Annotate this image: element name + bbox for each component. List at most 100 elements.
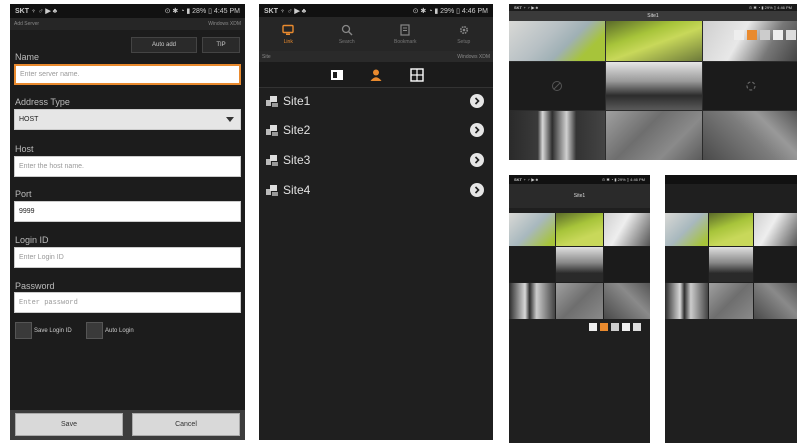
camera-tile[interactable] (754, 283, 797, 319)
chevron-right-icon[interactable] (470, 94, 484, 108)
camera-grid-portrait: SKT ♆ ♂ ▶ ♣ ⊙ ✱ ◔ ▮ 29% ▯ 4:46 PM Site1 (509, 175, 650, 443)
grid-header: Site1 (509, 11, 797, 21)
site-name: Site3 (283, 153, 311, 167)
site-name: Site4 (283, 183, 311, 197)
camera-tile[interactable] (509, 283, 555, 319)
layout-4x4-icon[interactable] (611, 323, 619, 331)
list-item[interactable]: Site1 (259, 86, 493, 116)
camera-tile[interactable] (509, 62, 605, 110)
address-type-select[interactable]: HOST (14, 109, 241, 130)
list-item[interactable]: Site4 (259, 175, 493, 205)
chevron-right-icon[interactable] (470, 153, 484, 167)
camera-tile[interactable] (556, 213, 603, 246)
camera-tile[interactable] (709, 283, 753, 319)
grid-header: Site1 (509, 184, 650, 208)
title-bar: Add Server Windows XDM (10, 18, 245, 30)
save-login-label: Save Login ID (34, 328, 72, 334)
camera-tile[interactable] (606, 21, 702, 61)
site-list-screen: SKT ♆ ♂ ▶ ♣ ⊙ ✱ ◔ ▮ 29% ▯ 4:46 PM Link S… (259, 4, 493, 440)
status-bar: SKT ♆ ♂ ▶ ♣ ⊙ ✱ ◔ ▮ 29% ▯ 4:46 PM (509, 4, 797, 11)
camera-tile[interactable] (556, 283, 603, 319)
site-icon (266, 125, 278, 136)
grid-title: Site1 (573, 193, 586, 199)
camera-tile[interactable] (509, 247, 555, 282)
camera-grid-landscape: SKT ♆ ♂ ▶ ♣ ⊙ ✱ ◔ ▮ 29% ▯ 4:46 PM Site1 (509, 4, 797, 160)
grid-view-icon[interactable] (410, 68, 424, 82)
host-input[interactable]: Enter the host name. (14, 156, 241, 177)
camera-tile[interactable] (509, 111, 605, 160)
camera-tile[interactable] (509, 21, 605, 61)
camera-tile[interactable] (665, 283, 708, 319)
camera-tile[interactable] (754, 213, 797, 246)
status-left: SKT ♆ ♂ ▶ ♣ (514, 177, 539, 182)
camera-tile[interactable] (703, 111, 797, 160)
camera-tile[interactable] (665, 213, 708, 246)
camera-tile[interactable] (604, 213, 650, 246)
status-bar: SKT ♆ ♂ ▶ ♣ ⊙ ✱ ◔ ▮ 28% ▯ 4:45 PM (10, 4, 245, 18)
tab-label: Bookmark (393, 38, 417, 45)
camera-tile[interactable] (556, 247, 603, 282)
camera-tile[interactable] (709, 213, 753, 246)
sequence-icon[interactable] (622, 323, 630, 331)
chevron-right-icon[interactable] (470, 123, 484, 137)
site-name: Site1 (283, 94, 311, 108)
save-login-checkbox[interactable] (15, 322, 32, 339)
auto-add-button[interactable]: Auto add (131, 37, 197, 53)
view-toolbar (259, 62, 493, 88)
port-label: Port (15, 189, 32, 199)
password-input[interactable]: Enter password (14, 292, 241, 313)
camera-tile[interactable] (509, 213, 555, 246)
status-right: ⊙ ✱ ◔ ▮ 28% ▯ 4:45 PM (164, 8, 240, 15)
camera-tile[interactable] (703, 62, 797, 110)
status-bar: SKT ♆ ♂ ▶ ♣ ⊙ ✱ ◔ ▮ 29% ▯ 4:46 PM (259, 4, 493, 17)
login-id-label: Login ID (15, 235, 49, 245)
sub-header-right: Windows XDM (457, 53, 490, 60)
camera-tile[interactable] (606, 111, 702, 160)
port-input[interactable]: 9999 (14, 201, 241, 222)
sequence-icon[interactable] (773, 30, 783, 40)
camera-tile[interactable] (604, 283, 650, 319)
tab-setup[interactable]: Setup (435, 17, 494, 51)
list-item[interactable]: Site3 (259, 145, 493, 175)
no-signal-icon (552, 81, 562, 91)
camera-tile[interactable] (665, 247, 708, 282)
monitor-icon (282, 24, 294, 35)
host-label: Host (15, 144, 34, 154)
camera-tile[interactable] (606, 62, 702, 110)
add-server-screen: SKT ♆ ♂ ▶ ♣ ⊙ ✱ ◔ ▮ 28% ▯ 4:45 PM Add Se… (10, 4, 245, 440)
camera-tile[interactable] (604, 247, 650, 282)
tab-link[interactable]: Link (259, 17, 318, 51)
status-left: SKT ♆ ♂ ▶ ♣ (15, 8, 58, 15)
save-button[interactable]: Save (15, 413, 123, 436)
cancel-button[interactable]: Cancel (132, 413, 240, 436)
layout-2x2-icon[interactable] (589, 323, 597, 331)
site-icon (266, 96, 278, 107)
folder-view-icon[interactable] (330, 68, 344, 82)
camera-grid-portrait-plain (665, 175, 797, 443)
layout-3x3-icon[interactable] (600, 323, 608, 331)
bookmark-icon (400, 23, 410, 36)
layout-4x4-icon[interactable] (760, 30, 770, 40)
grid-title: Site1 (647, 13, 659, 19)
camera-tile[interactable] (709, 247, 753, 282)
gear-icon (459, 25, 468, 34)
list-item[interactable]: Site2 (259, 115, 493, 145)
auto-login-checkbox[interactable] (86, 322, 103, 339)
tip-button[interactable]: TIP (202, 37, 240, 53)
layout-3x3-icon[interactable] (747, 30, 757, 40)
tab-bookmark[interactable]: Bookmark (376, 17, 435, 51)
status-right: ⊙ ✱ ◔ ▮ 29% ▯ 4:46 PM (601, 177, 645, 182)
sub-header: Site Windows XDM (259, 51, 493, 62)
chevron-right-icon[interactable] (470, 183, 484, 197)
login-id-input[interactable]: Enter Login ID (14, 247, 241, 268)
fullscreen-icon[interactable] (633, 323, 641, 331)
status-left: SKT ♆ ♂ ▶ ♣ (514, 5, 539, 10)
layout-2x2-icon[interactable] (734, 30, 744, 40)
camera-tile[interactable] (754, 247, 797, 282)
user-view-icon[interactable] (369, 68, 383, 82)
name-input[interactable]: Enter server name. (14, 64, 241, 85)
status-right: ⊙ ✱ ◔ ▮ 29% ▯ 4:46 PM (748, 5, 792, 10)
fullscreen-icon[interactable] (786, 30, 796, 40)
tab-search[interactable]: Search (318, 17, 377, 51)
tab-label: Link (283, 38, 293, 45)
